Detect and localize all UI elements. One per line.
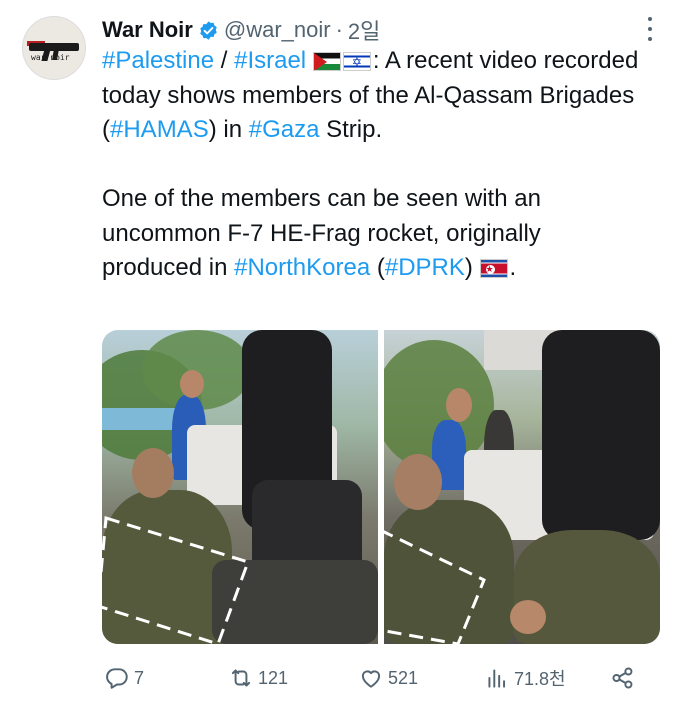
rocket-highlight-box: [384, 530, 486, 644]
reply-count: 7: [134, 667, 145, 688]
palestine-flag-icon: [312, 52, 341, 71]
like-icon: [361, 670, 381, 688]
tweet-text-segment: (: [370, 254, 385, 281]
verified-badge-icon: [200, 20, 217, 40]
views-button[interactable]: 71.8천: [484, 660, 566, 696]
repost-count: 121: [258, 667, 289, 688]
media-image-2[interactable]: [384, 330, 660, 644]
israel-flag-icon: [342, 52, 371, 71]
repost-button[interactable]: 121: [228, 660, 288, 696]
hashtag-palestine[interactable]: #Palestine: [102, 47, 214, 74]
share-button[interactable]: [610, 660, 636, 696]
reply-icon: [106, 668, 128, 689]
share-icon: [612, 667, 633, 689]
more-dot: [648, 27, 652, 31]
tweet-text-segment: .: [509, 254, 517, 281]
hashtag-hamas[interactable]: #HAMAS: [110, 116, 209, 143]
media-image-1[interactable]: [102, 330, 378, 644]
hashtag-northkorea[interactable]: #NorthKorea: [234, 254, 370, 281]
text-separator: /: [214, 47, 235, 74]
tweet-header: War Noir @war_noir · 2일: [102, 14, 380, 46]
views-count: 71.8천: [514, 669, 566, 689]
media-grid: [102, 330, 660, 644]
tweet-text: #Palestine / #Israel : A recent video re…: [102, 44, 642, 286]
like-count: 521: [388, 667, 419, 688]
tweet: war noir War Noir @war_noir · 2일 #Palest…: [0, 0, 680, 708]
more-options-icon[interactable]: [646, 17, 654, 41]
avatar-logo-text: war noir: [31, 53, 70, 62]
tweet-paragraph-1: #Palestine / #Israel : A recent video re…: [102, 44, 642, 148]
more-dot: [648, 37, 652, 41]
separator-dot: ·: [335, 17, 343, 42]
tweet-text-segment: ): [464, 254, 480, 281]
tweet-time[interactable]: 2일: [348, 14, 380, 46]
views-icon: [488, 669, 506, 688]
author-handle[interactable]: @war_noir: [224, 17, 331, 43]
hashtag-dprk[interactable]: #DPRK: [385, 254, 465, 281]
tweet-text-segment: Strip.: [319, 116, 383, 143]
hashtag-gaza[interactable]: #Gaza: [249, 116, 320, 143]
action-bar: 7 121 521 71.8천: [102, 660, 642, 696]
hashtag-israel[interactable]: #Israel: [234, 47, 306, 74]
avatar[interactable]: war noir: [22, 16, 86, 80]
more-dot: [648, 17, 652, 21]
rocket-highlight-box: [102, 516, 250, 644]
tweet-paragraph-2: One of the members can be seen with an u…: [102, 182, 642, 286]
north-korea-flag-icon: [479, 259, 508, 278]
tweet-text-segment: ) in: [208, 116, 249, 143]
like-button[interactable]: 521: [358, 660, 418, 696]
reply-button[interactable]: 7: [104, 660, 144, 696]
author-name[interactable]: War Noir: [102, 17, 193, 43]
repost-icon: [231, 669, 251, 687]
